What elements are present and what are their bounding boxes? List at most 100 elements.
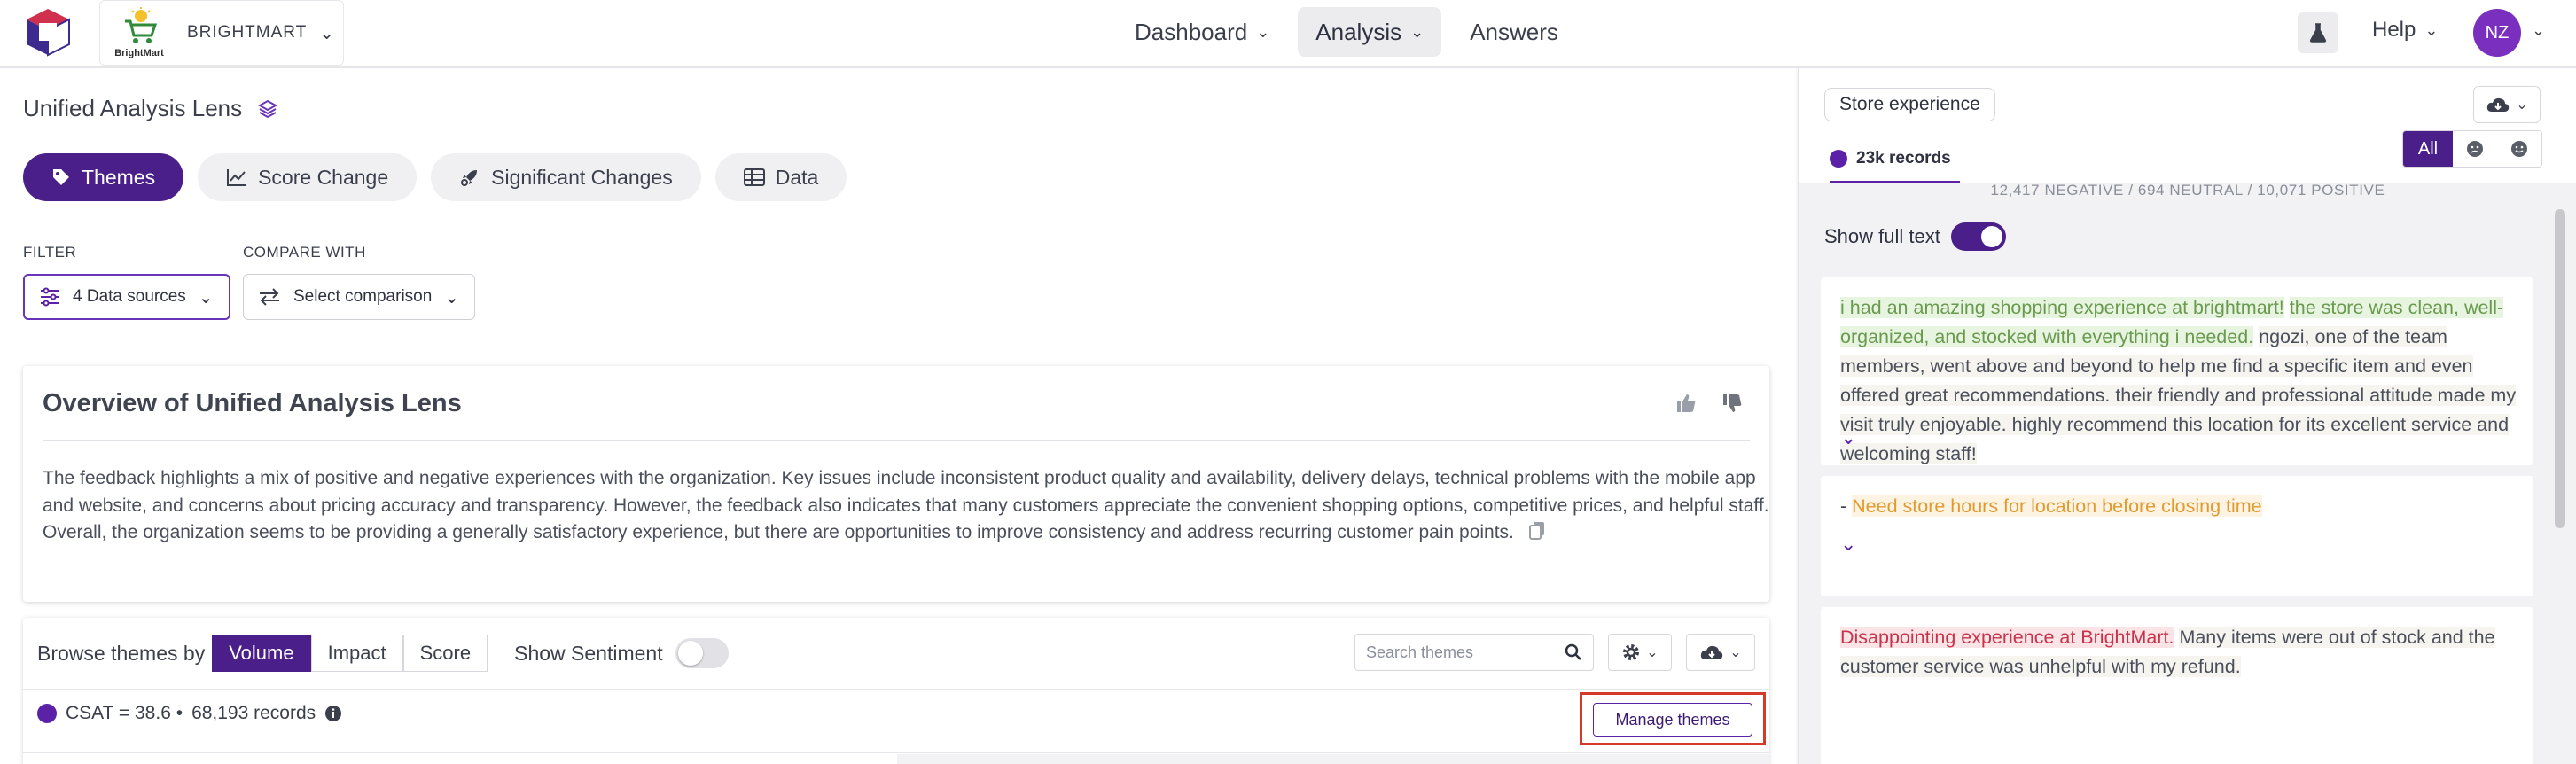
records-tab-label: 23k records [1856, 148, 1951, 168]
export-comments-button[interactable]: ⌄ [2473, 86, 2541, 123]
search-themes-input[interactable]: Search themes [1354, 634, 1594, 671]
sentiment-negative[interactable] [2453, 131, 2497, 167]
tab-data[interactable]: Data [714, 153, 847, 201]
compare-label: COMPARE WITH [243, 244, 366, 261]
sad-face-icon [2467, 141, 2483, 157]
tab-score-change[interactable]: Score Change [198, 153, 418, 201]
tab-significant-changes[interactable]: Significant Changes [431, 153, 701, 201]
table-icon [743, 168, 765, 186]
comment-text: - Need store hours for location before c… [1840, 492, 2523, 521]
manage-themes-button[interactable]: Manage themes [1593, 703, 1752, 737]
filter-label: FILTER [23, 244, 77, 261]
divider [23, 689, 1769, 690]
highlight-negative: Disappointing experience at BrightMart. [1840, 627, 2174, 648]
records-count: 68,193 records [191, 703, 316, 723]
download-menu-button[interactable]: ⌄ [1686, 634, 1755, 671]
overview-summary-text: The feedback highlights a mix of positiv… [43, 468, 1769, 542]
browse-by-segmented: Volume Impact Score [212, 635, 488, 672]
nav-analysis-label: Analysis [1315, 18, 1402, 45]
chevron-down-icon: ⌄ [1256, 22, 1270, 41]
nav-answers-label: Answers [1470, 18, 1558, 45]
data-sources-value: 4 Data sources [73, 287, 186, 306]
compare-with-select[interactable]: Select comparison ⌄ [243, 274, 475, 320]
help-label: Help [2372, 18, 2416, 42]
manage-themes-highlight: Manage themes [1580, 692, 1766, 745]
overview-card: Overview of Unified Analysis Lens The fe… [23, 366, 1769, 602]
highlight-warning: Need store hours for location before clo… [1852, 495, 2262, 517]
comment-card: i had an amazing shopping experience at … [1821, 277, 2533, 465]
chart-line-icon [227, 169, 246, 186]
search-icon [1565, 643, 1581, 660]
comments-header: Store experience ⌄ 23k records All [1799, 68, 2576, 183]
cloud-download-icon [2487, 97, 2510, 112]
divider [43, 440, 1750, 441]
gear-icon [1623, 644, 1640, 660]
compare-with-value: Select comparison [293, 287, 433, 306]
settings-menu-button[interactable]: ⌄ [1608, 634, 1672, 671]
brightmart-logo: BrightMart [113, 4, 166, 62]
records-tab[interactable]: 23k records [1830, 136, 1960, 183]
theme-chip[interactable]: Store experience [1824, 88, 1995, 121]
data-sources-filter[interactable]: 4 Data sources ⌄ [23, 274, 230, 320]
browse-label: Browse themes by [37, 641, 206, 665]
overview-summary: The feedback highlights a mix of positiv… [43, 465, 1771, 547]
help-menu[interactable]: Help ⌄ [2372, 18, 2438, 43]
show-full-text: Show full text [1824, 222, 2006, 251]
csat-score: CSAT = 38.6 • [66, 703, 183, 723]
chevron-down-icon: ⌄ [2424, 20, 2439, 39]
sentiment-all[interactable]: All [2403, 131, 2453, 167]
brand-logo-caption: BrightMart [114, 48, 164, 58]
tab-themes[interactable]: Themes [23, 153, 184, 201]
app-logo-icon[interactable] [23, 7, 73, 57]
horizontal-scroll-track[interactable] [897, 754, 1769, 764]
comment-card: - Need store hours for location before c… [1821, 476, 2533, 596]
comment-card: Disappointing experience at BrightMart. … [1821, 607, 2533, 764]
expand-chevron-icon[interactable]: ⌄ [1840, 533, 1856, 556]
show-sentiment: Show Sentiment [514, 638, 729, 668]
chevron-down-icon: ⌄ [319, 23, 335, 43]
thumbs-up-icon[interactable] [1675, 393, 1697, 414]
flask-icon [2309, 23, 2327, 43]
overview-title: Overview of Unified Analysis Lens [43, 389, 462, 417]
browse-by-impact[interactable]: Impact [310, 635, 403, 672]
records-dot-icon [1830, 149, 1847, 168]
browse-by-score[interactable]: Score [402, 635, 488, 672]
page-title: Unified Analysis Lens [23, 95, 278, 122]
tab-significant-changes-label: Significant Changes [491, 165, 673, 189]
thumbs-down-icon[interactable] [1721, 393, 1743, 414]
sentiment-positive[interactable] [2497, 131, 2541, 167]
show-full-text-toggle[interactable] [1950, 222, 2006, 251]
info-icon[interactable] [324, 705, 342, 722]
user-avatar[interactable]: NZ [2473, 9, 2521, 57]
comments-scrollbar[interactable] [2555, 209, 2565, 528]
happy-face-icon [2511, 141, 2527, 157]
show-sentiment-toggle[interactable] [675, 638, 729, 668]
shopping-cart-icon [125, 7, 158, 43]
chevron-down-icon: ⌄ [1729, 645, 1742, 660]
comment-text: i had an amazing shopping experience at … [1840, 293, 2523, 469]
nav-dashboard[interactable]: Dashboard ⌄ [1117, 7, 1287, 57]
swap-arrows-icon [260, 288, 279, 306]
tab-themes-label: Themes [82, 165, 156, 189]
expand-chevron-icon[interactable]: ⌄ [1840, 426, 1856, 449]
comments-panel: Store experience ⌄ 23k records All 12,41… [1798, 68, 2576, 764]
comment-text: Disappointing experience at BrightMart. … [1840, 623, 2523, 682]
layers-icon[interactable] [258, 99, 278, 119]
chevron-down-icon: ⌄ [2516, 97, 2528, 113]
chevron-down-icon[interactable]: ⌄ [2532, 21, 2545, 40]
cloud-download-icon [1701, 645, 1723, 659]
sentiment-counts: 12,417 NEGATIVE / 694 NEUTRAL / 10,071 P… [1990, 182, 2385, 199]
top-navigation-bar: BrightMart BRIGHTMART ⌄ Dashboard ⌄ Anal… [0, 0, 2576, 68]
chevron-down-icon: ⌄ [198, 287, 214, 308]
chevron-down-icon: ⌄ [1646, 645, 1659, 660]
workspace-switcher[interactable]: BrightMart BRIGHTMART ⌄ [99, 0, 344, 66]
browse-by-volume[interactable]: Volume [212, 635, 311, 672]
labs-button[interactable] [2298, 12, 2338, 53]
highlight-positive: i had an amazing shopping experience at … [1840, 297, 2284, 318]
nav-analysis[interactable]: Analysis ⌄ [1298, 7, 1442, 57]
comment-prefix: - [1840, 495, 1853, 517]
nav-answers[interactable]: Answers [1452, 7, 1576, 57]
tag-icon [53, 169, 69, 185]
copy-icon[interactable] [1528, 521, 1546, 541]
divider [23, 752, 1769, 753]
